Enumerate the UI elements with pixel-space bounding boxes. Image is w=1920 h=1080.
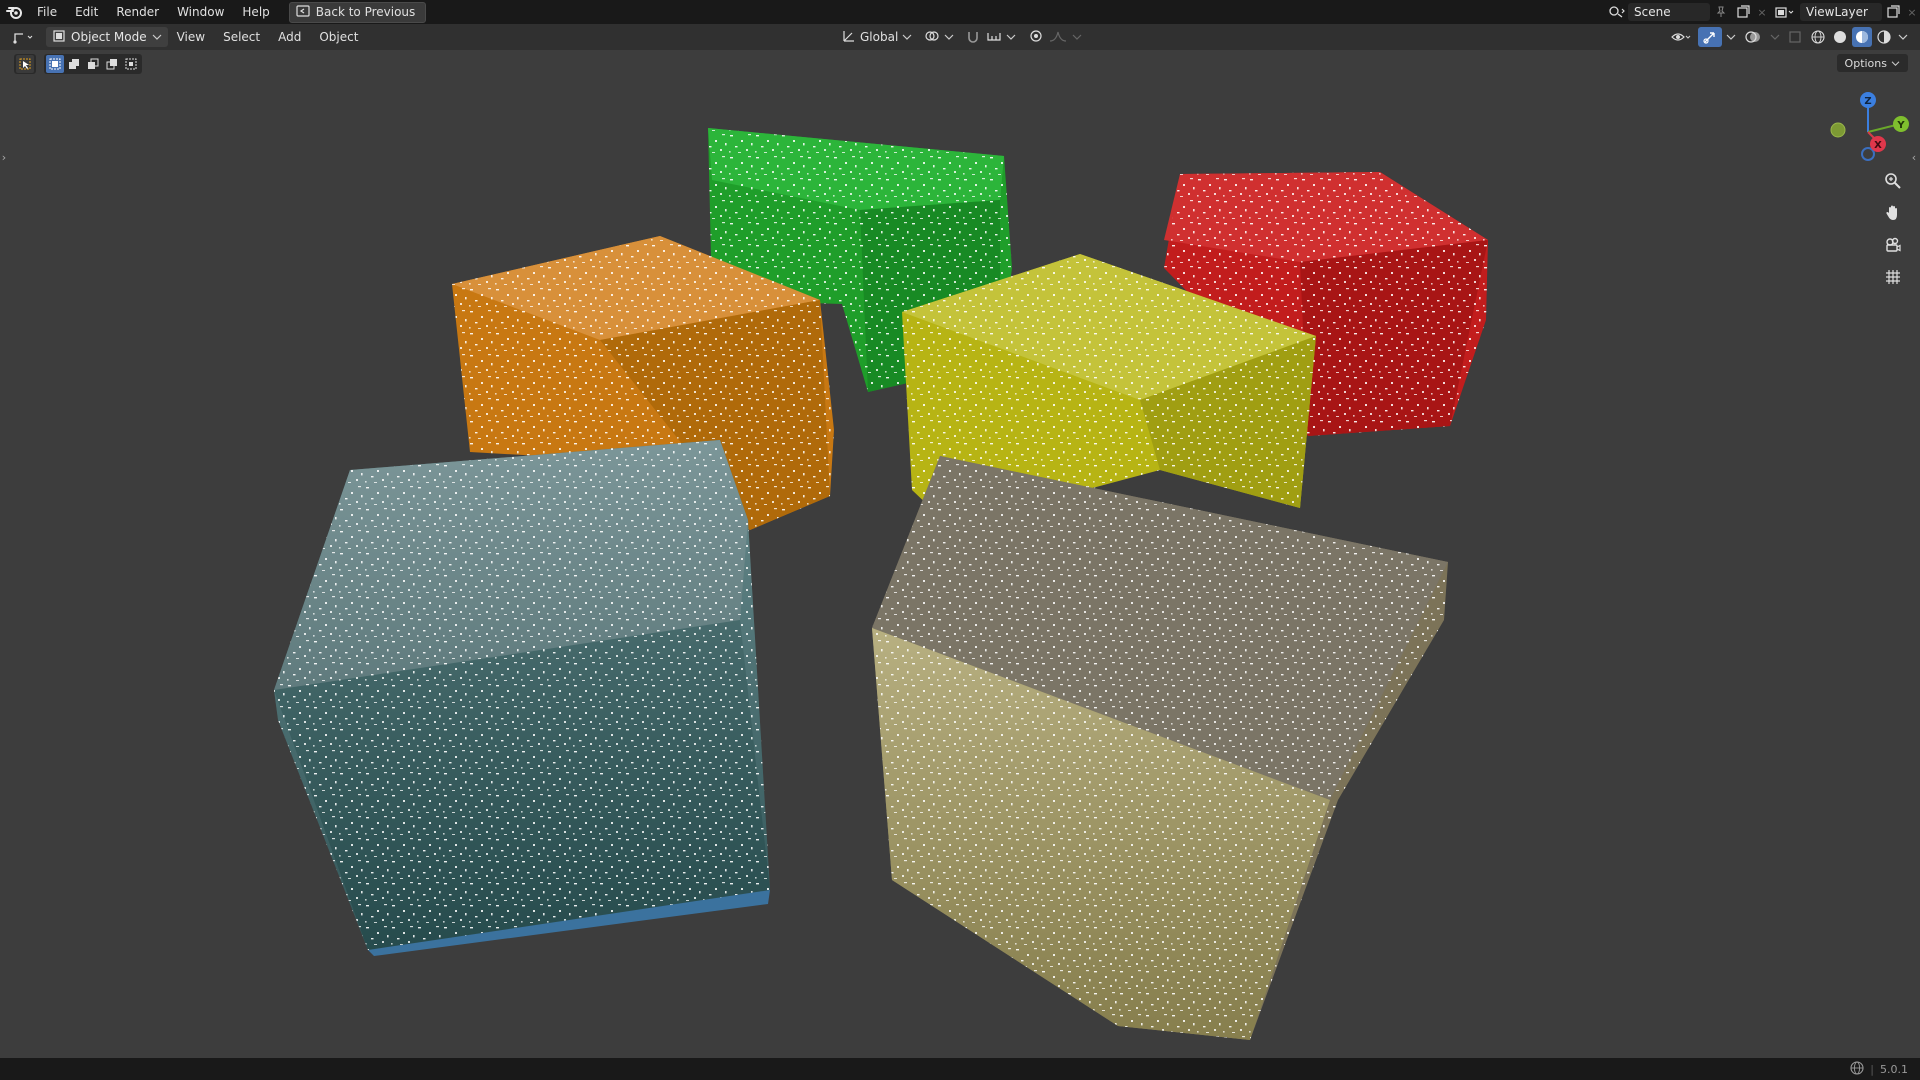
version-text: 5.0.1 [1880,1062,1908,1076]
xray-icon[interactable] [1784,27,1806,47]
menu-edit[interactable]: Edit [66,0,107,24]
3d-viewport[interactable]: › ‹ [0,50,1920,1058]
menu-render[interactable]: Render [107,0,168,24]
options-button[interactable]: Options [1836,54,1908,72]
version-divider: | [1870,1062,1874,1076]
scene-name: Scene [1634,5,1671,19]
select-intersect-icon[interactable] [122,55,140,73]
menu-help[interactable]: Help [233,0,278,24]
chevron-down-icon [1891,57,1900,70]
wireframe-shading-icon[interactable] [1808,27,1828,47]
pivot-icon [924,29,940,46]
navigation-gizmo[interactable]: Z Y X [1818,88,1918,168]
snap-toggle[interactable] [962,27,1020,47]
proportional-editing-toggle[interactable] [1024,27,1086,47]
gizmo-neg-z[interactable] [1861,147,1875,161]
blender-logo-icon[interactable] [0,0,28,24]
camera-icon[interactable] [1880,232,1906,258]
version-info: | 5.0.1 [1850,1058,1908,1080]
select-tool-icon[interactable] [16,55,34,73]
grid-icon[interactable] [1880,264,1906,290]
cube-teal[interactable] [274,440,770,956]
navigation-tools [1880,168,1906,290]
chevron-down-icon [152,30,162,44]
back-to-previous-label: Back to Previous [315,5,416,19]
active-tool-box [14,54,36,74]
chevron-down-icon [1072,30,1082,44]
snap-target-icon [986,29,1002,46]
snap-icon [966,29,982,46]
orientation-icon [842,29,856,46]
gizmo-z-label: Z [1864,96,1871,107]
globe-icon [1850,1060,1864,1078]
editor-type-icon[interactable] [8,27,40,47]
select-extend-icon[interactable] [65,55,83,73]
remove-scene-icon[interactable]: × [1754,2,1770,22]
chevron-down-icon [902,30,912,44]
select-invert-icon[interactable] [103,55,121,73]
gizmo-x-label: X [1874,140,1882,151]
menu-file[interactable]: File [28,0,66,24]
chevron-down-icon [1006,30,1016,44]
viewport-display-tools [1666,24,1910,50]
select-new-icon[interactable] [46,55,64,73]
top-menu-bar: File Edit Render Window Help Back to Pre… [0,0,1920,24]
viewlayer-icon[interactable] [1770,2,1800,22]
solid-shading-icon[interactable] [1830,27,1850,47]
object-mode-label: Object Mode [71,30,147,44]
hand-icon[interactable] [1880,200,1906,226]
new-viewlayer-icon[interactable] [1882,2,1904,22]
visibility-icon[interactable] [1666,27,1696,47]
zoom-icon[interactable] [1880,168,1906,194]
gizmo-icon[interactable] [1698,27,1722,47]
orientation-select[interactable]: Global [838,27,916,47]
new-scene-icon[interactable] [1732,2,1754,22]
back-to-previous-button[interactable]: Back to Previous [288,1,427,23]
pin-icon[interactable] [1710,2,1732,22]
tool-selector [14,54,142,74]
status-bar [0,1058,1920,1080]
gizmo-neg-y[interactable] [1830,122,1846,138]
material-shading-icon[interactable] [1852,27,1872,47]
proportional-icon [1028,29,1044,46]
chevron-down-icon[interactable] [1896,27,1910,47]
menu-object[interactable]: Object [310,24,367,50]
overlay-icon[interactable] [1740,27,1766,47]
scene-icon[interactable] [1606,2,1628,22]
object-mode-icon [52,29,66,46]
chevron-down-icon[interactable] [1768,27,1782,47]
top-right-area: Scene × ViewLayer × [1606,0,1920,24]
scene-field[interactable]: Scene [1628,3,1710,21]
chevron-down-icon[interactable] [1724,27,1738,47]
pivot-select[interactable] [920,27,958,47]
remove-viewlayer-icon[interactable]: × [1904,2,1920,22]
orientation-label: Global [860,30,899,44]
viewlayer-name: ViewLayer [1806,5,1868,19]
scene-render [274,128,1488,1040]
transform-tools: Global [838,24,1086,50]
menu-view[interactable]: View [168,24,214,50]
rendered-shading-icon[interactable] [1874,27,1894,47]
options-label: Options [1844,56,1887,70]
select-subtract-icon[interactable] [84,55,102,73]
menu-window[interactable]: Window [168,0,233,24]
viewlayer-field[interactable]: ViewLayer [1800,3,1882,21]
toolbar-toggle-arrow[interactable]: › [0,150,8,164]
falloff-icon [1048,29,1068,46]
object-mode-select[interactable]: Object Mode [46,27,168,47]
selection-mode-group [44,54,142,74]
gizmo-y-label: Y [1896,120,1905,131]
chevron-down-icon [944,30,954,44]
menu-add[interactable]: Add [269,24,310,50]
cube-gray[interactable] [872,456,1448,1040]
back-icon [296,4,310,20]
menu-select[interactable]: Select [214,24,269,50]
